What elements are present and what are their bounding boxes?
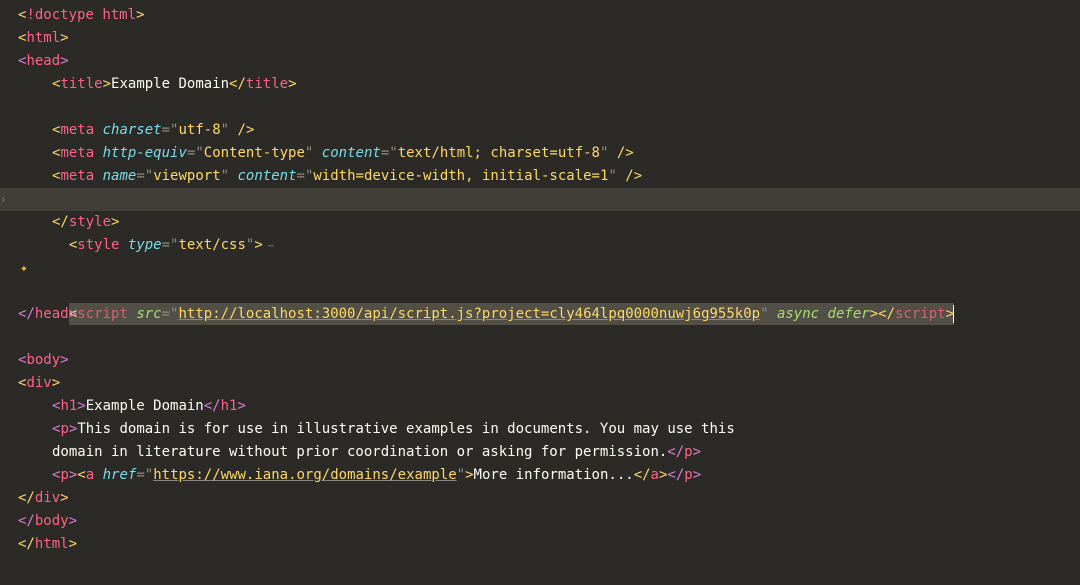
code-line[interactable]: <!doctype html> (18, 4, 1080, 27)
code-line[interactable]: </div> (18, 487, 1080, 510)
code-line[interactable] (18, 326, 1080, 349)
code-line[interactable]: <p><a href="https://www.iana.org/domains… (18, 464, 1080, 487)
code-line[interactable]: <meta http-equiv="Content-type" content=… (18, 142, 1080, 165)
anchor-href-url: https://www.iana.org/domains/example (153, 467, 456, 483)
code-line[interactable] (18, 234, 1080, 257)
code-line[interactable]: <html> (18, 27, 1080, 50)
code-line[interactable]: </style> (18, 211, 1080, 234)
code-line[interactable]: <meta name="viewport" content="width=dev… (18, 165, 1080, 188)
code-line[interactable]: </head> (18, 303, 1080, 326)
code-line[interactable]: <title>Example Domain</title> (18, 73, 1080, 96)
code-editor[interactable]: <!doctype html> <html> <head> <title>Exa… (0, 0, 1080, 556)
fold-arrow-icon[interactable]: › (0, 188, 10, 211)
code-line-folded[interactable]: › <style type="text/css"> ⋯ (0, 188, 1080, 211)
code-line[interactable]: <body> (18, 349, 1080, 372)
code-line-selected[interactable]: ✦ <script src="http://localhost:3000/api… (0, 257, 1080, 280)
ai-sparkle-icon[interactable]: ✦ (20, 257, 28, 280)
code-line[interactable]: </html> (18, 533, 1080, 556)
code-line[interactable]: domain in literature without prior coord… (18, 441, 1080, 464)
code-line[interactable]: <head> (18, 50, 1080, 73)
code-line[interactable]: <div> (18, 372, 1080, 395)
code-line[interactable]: <h1>Example Domain</h1> (18, 395, 1080, 418)
code-line[interactable] (18, 280, 1080, 303)
code-line[interactable]: <meta charset="utf-8" /> (18, 119, 1080, 142)
code-line[interactable] (18, 96, 1080, 119)
code-line[interactable]: </body> (18, 510, 1080, 533)
code-line[interactable]: <p>This domain is for use in illustrativ… (18, 418, 1080, 441)
